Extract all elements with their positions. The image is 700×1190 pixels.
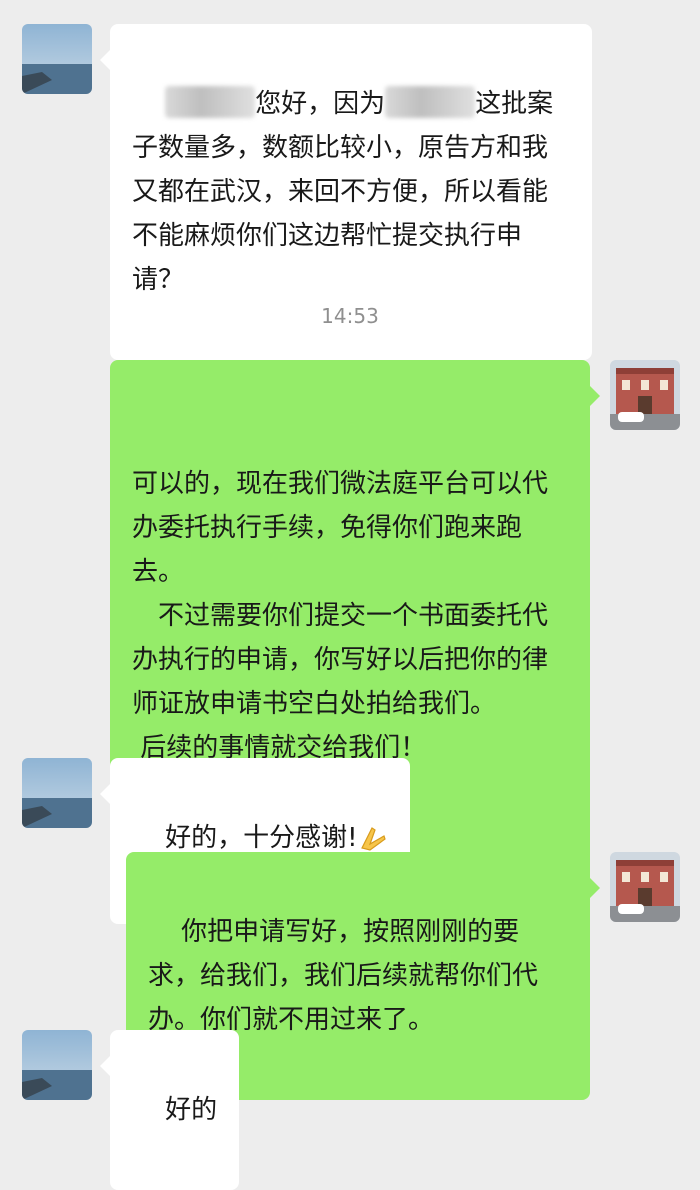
- message-text: 好的，十分感谢!: [165, 823, 358, 853]
- contact-avatar[interactable]: [22, 24, 92, 94]
- redacted-text: [165, 86, 256, 118]
- own-avatar[interactable]: [610, 852, 680, 922]
- contact-avatar[interactable]: [22, 1030, 92, 1100]
- message-text: 您好，因为: [255, 89, 386, 119]
- court-building-icon: [610, 852, 680, 922]
- message-paragraph: 不过需要你们提交一个书面委托代办执行的申请，你写好以后把你的律师证放申请书空白处…: [132, 601, 549, 719]
- own-avatar[interactable]: [610, 360, 680, 430]
- message-bubble-incoming[interactable]: 好的: [99, 1030, 240, 1190]
- message-text: 你把申请写好，按照刚刚的要求，给我们，我们后续就帮你们代办。你们就不用过来了。: [148, 917, 539, 1035]
- sea-landscape-icon: [22, 24, 92, 94]
- message-timestamp: 14:53: [321, 304, 379, 328]
- court-building-icon: [610, 360, 680, 430]
- redacted-text: [385, 86, 476, 118]
- sea-landscape-icon: [22, 758, 92, 828]
- message-text: 这批案子数量多，数额比较小，原告方和我又都在武汉，来回不方便，所以看能不能麻烦你…: [132, 89, 554, 295]
- contact-avatar[interactable]: [22, 758, 92, 828]
- message-paragraph: 可以的，现在我们微法庭平台可以代办委托执行手续，免得你们跑来跑去。: [132, 469, 549, 587]
- sea-landscape-icon: [22, 1030, 92, 1100]
